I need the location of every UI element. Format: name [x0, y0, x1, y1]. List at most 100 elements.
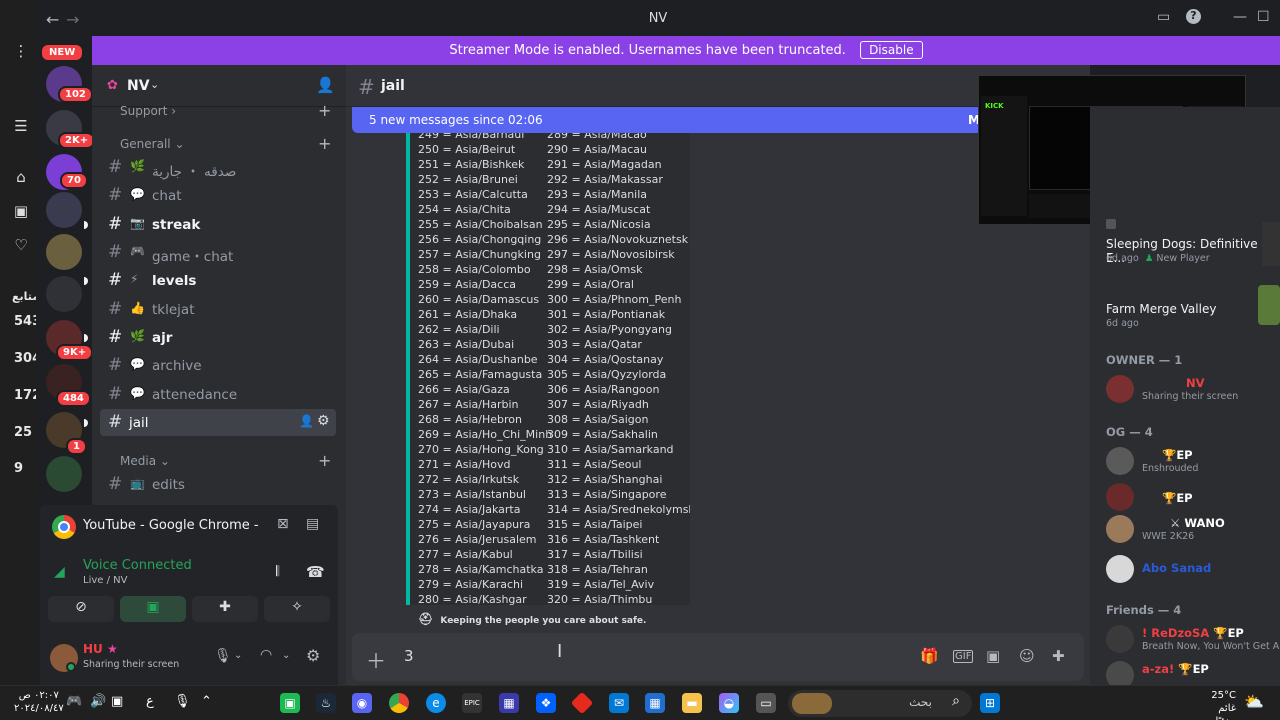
- category-generall[interactable]: Generall ⌄ +: [120, 134, 331, 153]
- home-icon[interactable]: ⌂: [12, 168, 30, 186]
- member-friend-1[interactable]: ! ReDzoSA 🏆EP Breath Now, You Won't Get …: [1106, 623, 1280, 655]
- chevron-down-icon[interactable]: ⌄: [282, 650, 290, 661]
- disconnect-icon[interactable]: ☎: [306, 563, 325, 581]
- diamond-app-icon[interactable]: [570, 691, 594, 715]
- message-input[interactable]: 3: [404, 647, 414, 665]
- dropbox-icon[interactable]: ❖: [536, 693, 556, 713]
- search-box[interactable]: بحث ⌕: [788, 690, 972, 717]
- noise-suppression-icon[interactable]: 𝄃: [276, 564, 279, 580]
- screen-share-button[interactable]: ▣: [120, 596, 186, 622]
- subscriptions-icon[interactable]: ▣: [12, 202, 30, 220]
- maximize-icon[interactable]: ☐: [1257, 9, 1270, 25]
- channel-edits[interactable]: # 📺 edits: [100, 471, 336, 498]
- channel-chat[interactable]: # 💬 chat: [100, 182, 336, 209]
- gift-icon[interactable]: 🎁: [920, 647, 939, 665]
- activities-button[interactable]: ✚: [192, 596, 258, 622]
- category-media[interactable]: Media ⌄ +: [120, 451, 331, 470]
- gif-icon[interactable]: GIF: [953, 650, 974, 663]
- chevron-up-icon[interactable]: ⌃: [201, 694, 212, 709]
- server-icon-10[interactable]: [46, 456, 82, 492]
- apps-icon[interactable]: ✚: [1052, 647, 1065, 665]
- sticker-icon[interactable]: ▣: [986, 647, 1000, 665]
- gear-icon[interactable]: ⚙: [317, 413, 330, 429]
- soundboard-button[interactable]: ✧: [264, 596, 330, 622]
- steam-icon[interactable]: ♨: [316, 693, 336, 713]
- message-composer[interactable]: ＋ 3 I 🎁 GIF ▣ ☺ ✚: [352, 633, 1084, 681]
- inbox-icon[interactable]: ▭: [1157, 9, 1170, 25]
- channel-attenedance[interactable]: # 💬 attenedance: [100, 381, 336, 408]
- edge-icon[interactable]: e: [426, 693, 446, 713]
- mic-icon[interactable]: 🎙: [174, 694, 191, 709]
- invite-icon[interactable]: 👤: [316, 76, 335, 94]
- app-icon[interactable]: ▦: [499, 693, 519, 713]
- window-app-icon[interactable]: ▭: [756, 693, 776, 713]
- network-icon[interactable]: ▣: [111, 694, 123, 709]
- stop-stream-icon[interactable]: ⊠: [277, 516, 289, 532]
- discord-icon[interactable]: ◉: [352, 693, 372, 713]
- gear-icon[interactable]: ⚙: [306, 646, 320, 665]
- channel-game-chat[interactable]: # 🎮 game・chat: [100, 239, 336, 266]
- epic-games-icon[interactable]: EPIC: [462, 693, 482, 713]
- timezone-line: 301 = Asia/Pontianak: [547, 308, 666, 321]
- voice-location[interactable]: Live / NV: [83, 575, 127, 586]
- server-icon-4[interactable]: [46, 192, 82, 228]
- channel-streak[interactable]: # 📷 streak: [100, 211, 336, 238]
- timezone-line: 292 = Asia/Makassar: [547, 173, 663, 186]
- windows-start-icon[interactable]: ⊞: [980, 693, 1000, 713]
- mail-icon[interactable]: ✉: [609, 693, 629, 713]
- stream-settings-icon[interactable]: ▤: [306, 516, 319, 532]
- add-channel-icon[interactable]: +: [318, 134, 331, 153]
- menu-icon[interactable]: ☰: [12, 117, 30, 135]
- message-embed: 249 = Asia/Barnaul 250 = Asia/Beirut 251 =…: [406, 133, 690, 605]
- emoji-icon[interactable]: ☺: [1019, 647, 1035, 665]
- file-explorer-icon[interactable]: ▬: [682, 693, 702, 713]
- add-member-icon[interactable]: 👤: [299, 414, 314, 428]
- minimize-icon[interactable]: —: [1233, 9, 1247, 25]
- username[interactable]: HU ★: [83, 642, 118, 656]
- more-icon[interactable]: ⋮: [12, 42, 30, 60]
- server-icon-6[interactable]: [46, 276, 82, 312]
- store-icon[interactable]: ▦: [645, 693, 665, 713]
- add-attachment-icon[interactable]: ＋: [366, 645, 386, 674]
- game-title-2[interactable]: Farm Merge Valley: [1106, 302, 1216, 316]
- chrome-icon[interactable]: [389, 693, 409, 713]
- activity-card[interactable]: YouTube - Google Chrome - يوتيوب ⊠ ▤: [40, 505, 338, 549]
- help-icon[interactable]: ?: [1186, 9, 1201, 24]
- volume-icon[interactable]: 🔊: [90, 694, 106, 709]
- heart-icon[interactable]: ♡: [12, 236, 30, 254]
- language-indicator[interactable]: ع: [146, 694, 154, 709]
- channel-emoji: 💬: [130, 357, 145, 371]
- badge-2: 2K+: [58, 132, 96, 149]
- camera-button[interactable]: ⊘: [48, 596, 114, 622]
- clock[interactable]: ٠٢:٠٧ ص ٢٠٢٤/٠٨/٤٧: [14, 689, 64, 715]
- member-og-3[interactable]: ⚔ WANO WWE 2K26: [1106, 513, 1280, 545]
- channel-jail[interactable]: # jail 👤 ⚙: [100, 409, 336, 436]
- controller-icon[interactable]: 🎮: [66, 694, 82, 709]
- add-channel-icon[interactable]: +: [318, 101, 331, 120]
- disable-streamer-button[interactable]: Disable: [860, 41, 923, 59]
- new-messages-bar[interactable]: 5 new messages since 02:06 M: [352, 107, 986, 133]
- voice-status[interactable]: Voice Connected: [83, 558, 192, 573]
- category-support[interactable]: Support › +: [120, 101, 331, 120]
- channel-ajr[interactable]: # 🌿 ajr: [100, 324, 336, 351]
- member-owner[interactable]: NV Sharing their screen: [1106, 373, 1280, 405]
- microphone-icon[interactable]: 🎙: [214, 648, 232, 664]
- member-og-1[interactable]: 🏆EP Enshrouded: [1106, 445, 1280, 477]
- copilot-icon[interactable]: ◒: [719, 693, 739, 713]
- member-og-2[interactable]: 🏆EP: [1106, 481, 1280, 513]
- server-header[interactable]: ✿ NV ⌄ 👤: [92, 65, 346, 107]
- add-channel-icon[interactable]: +: [318, 451, 331, 470]
- channel-levels[interactable]: # ⚡ levels: [100, 267, 336, 294]
- xbox-icon[interactable]: ▣: [280, 693, 300, 713]
- channel-archive[interactable]: # 💬 archive: [100, 352, 336, 379]
- hash-icon: #: [108, 299, 123, 319]
- channel-sadaqa[interactable]: # 🌿 صدقه ・ جارية: [100, 154, 336, 181]
- channel-tklejat[interactable]: # 👍 tklejat: [100, 296, 336, 323]
- server-icon-5[interactable]: [46, 234, 82, 270]
- signal-icon[interactable]: ◢: [54, 564, 65, 580]
- chevron-down-icon[interactable]: ⌄: [234, 650, 242, 661]
- member-og-4[interactable]: Abo Sanad: [1106, 553, 1280, 585]
- weather-widget[interactable]: 25°Cغائم جزئيًا: [1196, 689, 1236, 720]
- headphones-icon[interactable]: ◠: [260, 647, 272, 663]
- timezone-line: 310 = Asia/Samarkand: [547, 443, 674, 456]
